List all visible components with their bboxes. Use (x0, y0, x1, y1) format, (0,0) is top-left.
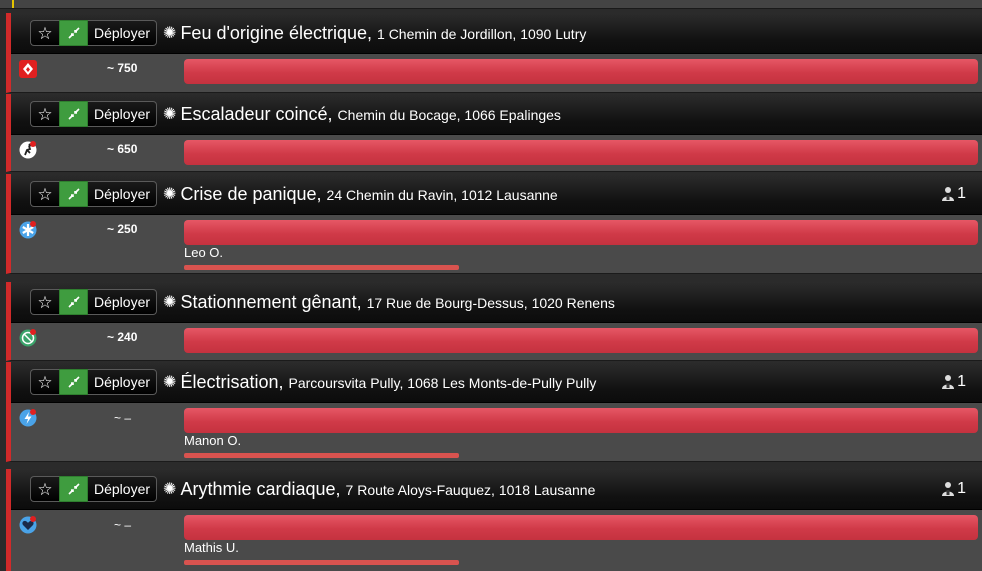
mission-credits: ~ 240 (107, 330, 138, 344)
collapse-arrows-icon (67, 27, 80, 39)
mission-title[interactable]: Feu d'origine électrique, 1 Chemin de Jo… (180, 23, 586, 44)
mission-header[interactable]: ☆ Déployer ✺ Escaladeur coincé, Chemin d… (11, 94, 982, 135)
mission-progress-bar (184, 515, 978, 540)
mission-progress-bar (184, 140, 978, 165)
mission-header[interactable]: ☆ Déployer ✺ Électrisation, Parcoursvita… (11, 362, 982, 403)
mission-title[interactable]: Stationnement gênant, 17 Rue de Bourg-De… (180, 292, 614, 313)
mission-panel: ☆ Déployer ✺ Crise de panique, 24 Chemin… (6, 174, 982, 274)
star-button[interactable]: ☆ (30, 476, 59, 502)
collapse-button[interactable] (59, 20, 88, 46)
assigned-unit-name[interactable]: Leo O. (184, 245, 223, 260)
mission-header[interactable]: ☆ Déployer ✺ Stationnement gênant, 17 Ru… (11, 282, 982, 323)
top-strip (0, 0, 982, 9)
lightning-icon (19, 409, 37, 427)
mission-status-icon: ✺ (163, 106, 177, 123)
mission-credits: ~ 650 (107, 142, 138, 156)
deploy-button[interactable]: Déployer (88, 101, 158, 127)
mission-status-icon: ✺ (163, 25, 177, 42)
mission-panel: ☆ Déployer ✺ Feu d'origine électrique, 1… (6, 13, 982, 93)
mission-panel: ☆ Déployer ✺ Escaladeur coincé, Chemin d… (6, 94, 982, 172)
collapse-button[interactable] (59, 476, 88, 502)
mission-header[interactable]: ☆ Déployer ✺ Crise de panique, 24 Chemin… (11, 174, 982, 215)
patient-icon (942, 482, 955, 496)
star-icon: ☆ (37, 23, 53, 43)
patients-count: 1 (940, 373, 966, 391)
mission-panel: ☆ Déployer ✺ Stationnement gênant, 17 Ru… (6, 282, 982, 361)
mission-status-icon: ✺ (163, 374, 177, 391)
mission-address: Parcoursvita Pully, 1068 Les Monts-de-Pu… (288, 374, 597, 391)
mission-status-icon: ✺ (163, 481, 177, 498)
assigned-unit-name[interactable]: Mathis U. (184, 540, 239, 555)
mission-credits: ~ – (114, 411, 132, 425)
star-icon: ☆ (37, 104, 53, 124)
mission-header[interactable]: ☆ Déployer ✺ Arythmie cardiaque, 7 Route… (11, 469, 982, 510)
deploy-button[interactable]: Déployer (88, 369, 158, 395)
mission-title[interactable]: Électrisation, Parcoursvita Pully, 1068 … (180, 372, 596, 393)
mission-credits: ~ 750 (107, 61, 138, 75)
mission-address: 1 Chemin de Jordillon, 1090 Lutry (377, 25, 587, 42)
collapse-arrows-icon (67, 108, 80, 120)
mission-status-icon: ✺ (163, 186, 177, 203)
police-icon (19, 329, 37, 347)
mission-address: 17 Rue de Bourg-Dessus, 1020 Renens (366, 294, 615, 311)
star-icon: ☆ (37, 292, 53, 312)
patients-count: 1 (940, 185, 966, 203)
mission-status-icon: ✺ (163, 294, 177, 311)
mission-progress-bar (184, 220, 978, 245)
star-button[interactable]: ☆ (30, 20, 59, 46)
unit-progress-bar (184, 560, 459, 565)
star-button[interactable]: ☆ (30, 181, 59, 207)
deploy-button[interactable]: Déployer (88, 181, 158, 207)
collapse-arrows-icon (67, 296, 80, 308)
star-icon: ☆ (37, 372, 53, 392)
unit-progress-bar (184, 265, 459, 270)
mission-address: 24 Chemin du Ravin, 1012 Lausanne (326, 186, 558, 203)
medical-star-icon (19, 221, 37, 239)
assigned-unit-name[interactable]: Manon O. (184, 433, 241, 448)
mission-title[interactable]: Crise de panique, 24 Chemin du Ravin, 10… (180, 184, 557, 205)
mission-address: Chemin du Bocage, 1066 Epalinges (337, 106, 561, 123)
heart-icon (19, 516, 37, 534)
star-button[interactable]: ☆ (30, 101, 59, 127)
mission-credits: ~ 250 (107, 222, 138, 236)
star-icon: ☆ (37, 479, 53, 499)
unit-progress-bar (184, 453, 459, 458)
mission-panel: ☆ Déployer ✺ Arythmie cardiaque, 7 Route… (6, 469, 982, 571)
patient-icon (942, 187, 955, 201)
mission-header[interactable]: ☆ Déployer ✺ Feu d'origine électrique, 1… (11, 13, 982, 54)
collapse-arrows-icon (67, 483, 80, 495)
star-button[interactable]: ☆ (30, 289, 59, 315)
fire-icon (19, 60, 37, 78)
mission-panel: ☆ Déployer ✺ Électrisation, Parcoursvita… (6, 362, 982, 462)
collapse-button[interactable] (59, 181, 88, 207)
collapse-button[interactable] (59, 101, 88, 127)
deploy-button[interactable]: Déployer (88, 20, 158, 46)
mission-title[interactable]: Arythmie cardiaque, 7 Route Aloys-Fauque… (180, 479, 595, 500)
mission-address: 7 Route Aloys-Fauquez, 1018 Lausanne (345, 481, 596, 498)
collapse-arrows-icon (67, 376, 80, 388)
mission-title[interactable]: Escaladeur coincé, Chemin du Bocage, 106… (180, 104, 561, 125)
climber-icon (19, 141, 37, 159)
collapse-button[interactable] (59, 289, 88, 315)
patients-count: 1 (940, 480, 966, 498)
deploy-button[interactable]: Déployer (88, 289, 158, 315)
mission-progress-bar (184, 408, 978, 433)
star-icon: ☆ (37, 184, 53, 204)
deploy-button[interactable]: Déployer (88, 476, 158, 502)
mission-credits: ~ – (114, 518, 132, 532)
patient-icon (942, 375, 955, 389)
star-button[interactable]: ☆ (30, 369, 59, 395)
mission-progress-bar (184, 328, 978, 353)
collapse-button[interactable] (59, 369, 88, 395)
collapse-arrows-icon (67, 188, 80, 200)
mission-progress-bar (184, 59, 978, 84)
